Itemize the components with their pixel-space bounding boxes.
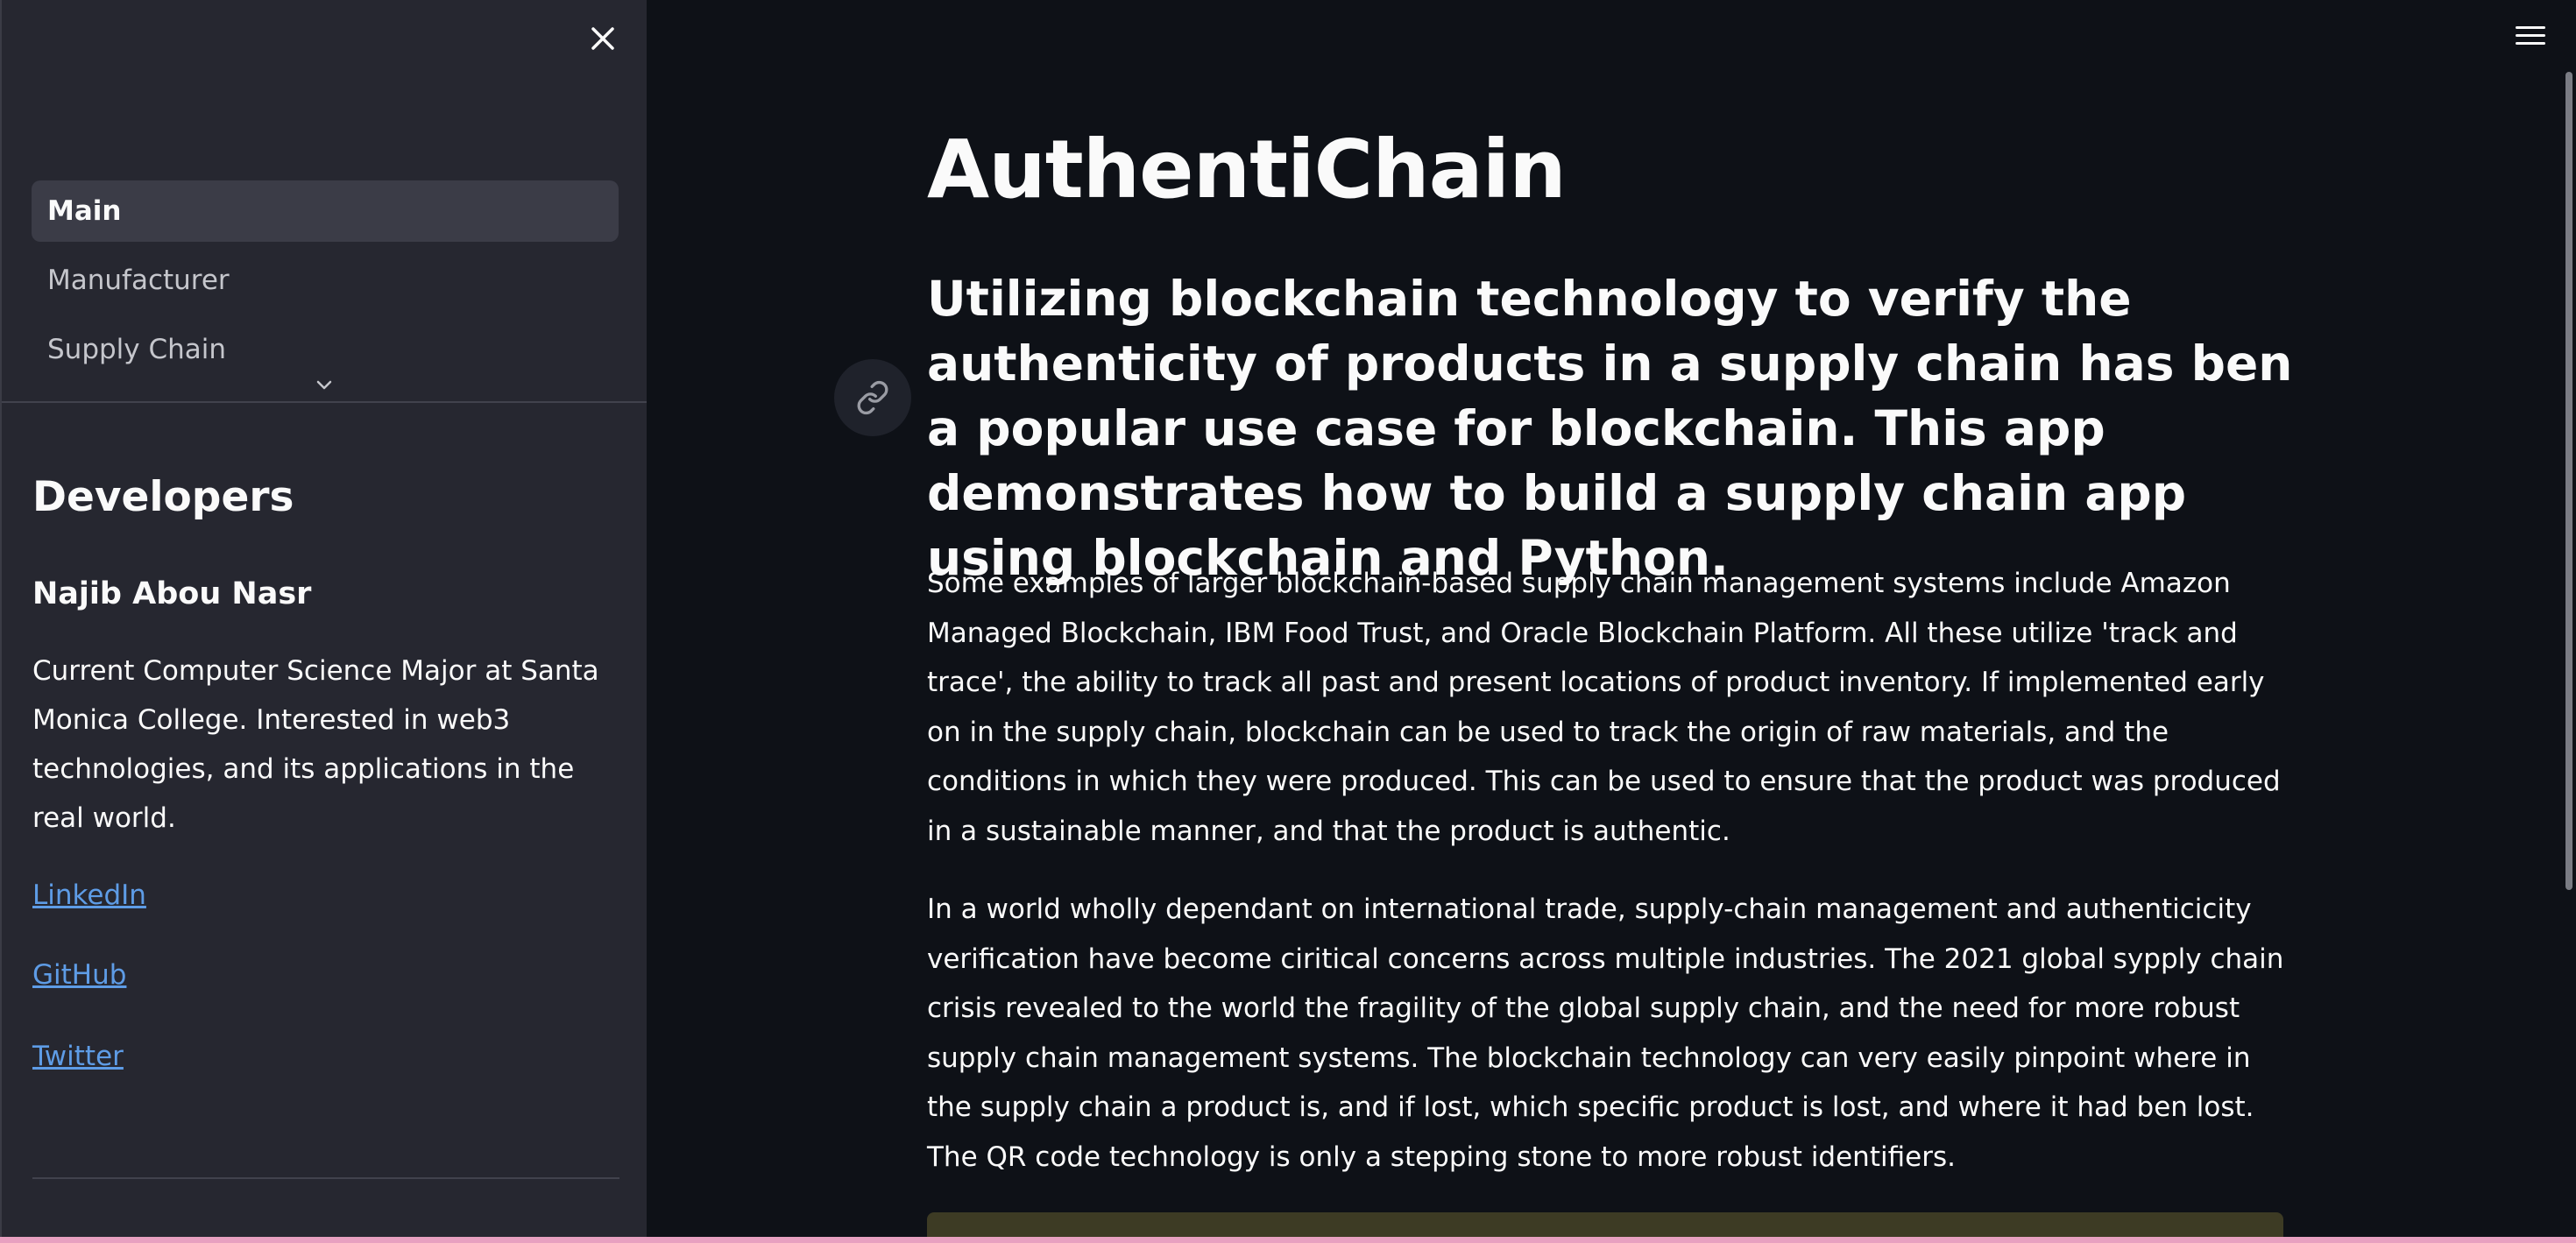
- window-bottom-border: [0, 1237, 2576, 1243]
- developer-bio: Current Computer Science Major at Santa …: [32, 655, 599, 834]
- sidebar-nav: Main Manufacturer Supply Chain: [32, 180, 619, 388]
- linkedin-link[interactable]: LinkedIn: [32, 879, 146, 911]
- close-icon[interactable]: [584, 19, 622, 58]
- sidebar-item-main[interactable]: Main: [32, 180, 619, 242]
- hamburger-menu-icon[interactable]: [2513, 21, 2548, 53]
- twitter-link[interactable]: Twitter: [32, 1041, 124, 1072]
- github-link[interactable]: GitHub: [32, 959, 126, 991]
- chevron-down-icon[interactable]: [314, 375, 335, 396]
- developers-heading: Developers: [32, 473, 294, 521]
- paragraph-examples: Some examples of larger blockchain-based…: [927, 568, 2281, 847]
- sidebar: Main Manufacturer Supply Chain Developer…: [0, 0, 648, 1243]
- scrollbar[interactable]: [2565, 72, 2572, 890]
- page-title: AuthentiChain: [927, 123, 1567, 216]
- app-root: Main Manufacturer Supply Chain Developer…: [0, 0, 2576, 1243]
- sidebar-divider: [32, 1177, 619, 1179]
- main-content: AuthentiChain Utilizing blockchain techn…: [647, 0, 2576, 1243]
- developer-name: Najib Abou Nasr: [32, 576, 312, 611]
- link-icon[interactable]: [834, 359, 911, 436]
- sidebar-item-manufacturer[interactable]: Manufacturer: [32, 250, 619, 311]
- paragraph-world-trade: In a world wholly dependant on internati…: [927, 893, 2284, 1173]
- page-subtitle: Utilizing blockchain technology to verif…: [927, 271, 2293, 586]
- sidebar-item-supply-chain[interactable]: Supply Chain: [32, 319, 619, 380]
- nav-divider: [2, 401, 648, 403]
